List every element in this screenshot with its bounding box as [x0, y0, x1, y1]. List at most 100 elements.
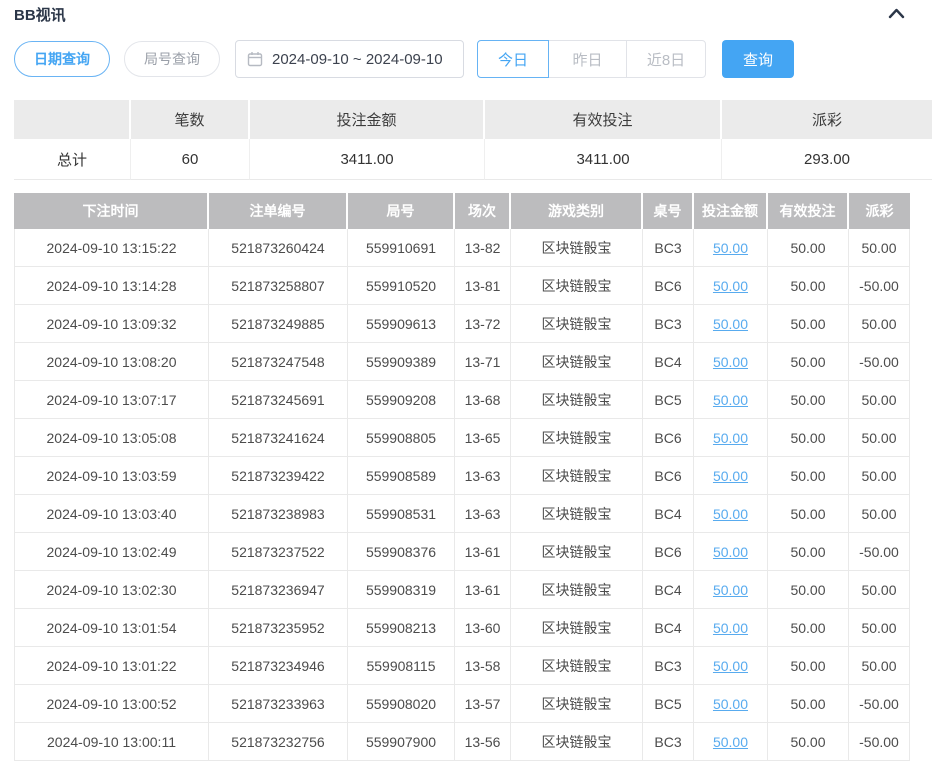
bet-amount-cell[interactable]: 50.00 [694, 305, 768, 343]
summary-head-row: 笔数投注金额有效投注派彩 [14, 100, 932, 139]
date-range-value: 2024-09-10 ~ 2024-09-10 [272, 51, 443, 68]
table-row: 2024-09-10 13:00:52521873233963559908020… [14, 685, 910, 723]
bet-amount-link[interactable]: 50.00 [713, 544, 748, 560]
table-cell: 2024-09-10 13:00:11 [14, 723, 209, 761]
bet-amount-link[interactable]: 50.00 [713, 734, 748, 750]
search-button[interactable]: 查询 [722, 40, 794, 78]
table-cell: BC3 [643, 229, 694, 267]
summary-table: 笔数投注金额有效投注派彩 总计603411.003411.00293.00 [14, 100, 932, 180]
bet-records-table: 下注时间注单编号局号场次游戏类别桌号投注金额有效投注派彩 2024-09-10 … [14, 193, 910, 761]
table-cell: -50.00 [849, 723, 910, 761]
bet-amount-link[interactable]: 50.00 [713, 354, 748, 370]
today-button[interactable]: 今日 [477, 40, 549, 78]
table-cell: 50.00 [768, 533, 849, 571]
table-cell: 区块链骰宝 [511, 571, 643, 609]
bet-amount-link[interactable]: 50.00 [713, 658, 748, 674]
table-cell: 2024-09-10 13:03:59 [14, 457, 209, 495]
table-cell: 13-71 [455, 343, 511, 381]
table-cell: 50.00 [768, 571, 849, 609]
bet-column-header: 游戏类别 [511, 193, 643, 229]
summary-column-header: 笔数 [131, 100, 250, 139]
table-cell: 50.00 [768, 609, 849, 647]
table-row: 2024-09-10 13:07:17521873245691559909208… [14, 381, 910, 419]
round-query-tab[interactable]: 局号查询 [124, 41, 220, 77]
table-cell: 13-57 [455, 685, 511, 723]
table-cell: 区块链骰宝 [511, 457, 643, 495]
table-cell: 50.00 [768, 495, 849, 533]
quick-range-group: 今日 昨日 近8日 [477, 40, 706, 78]
bet-amount-link[interactable]: 50.00 [713, 696, 748, 712]
table-cell: 521873232756 [209, 723, 348, 761]
table-cell: 559908805 [348, 419, 455, 457]
bet-amount-cell[interactable]: 50.00 [694, 609, 768, 647]
date-query-tab[interactable]: 日期查询 [14, 41, 110, 77]
table-cell: 13-60 [455, 609, 511, 647]
table-cell: 559908213 [348, 609, 455, 647]
bet-amount-link[interactable]: 50.00 [713, 620, 748, 636]
table-row: 2024-09-10 13:05:08521873241624559908805… [14, 419, 910, 457]
table-cell: BC3 [643, 647, 694, 685]
table-row: 2024-09-10 13:00:11521873232756559907900… [14, 723, 910, 761]
table-cell: 13-61 [455, 571, 511, 609]
table-cell: 521873237522 [209, 533, 348, 571]
bet-amount-link[interactable]: 50.00 [713, 316, 748, 332]
bet-amount-cell[interactable]: 50.00 [694, 533, 768, 571]
table-cell: 2024-09-10 13:14:28 [14, 267, 209, 305]
bet-amount-cell[interactable]: 50.00 [694, 229, 768, 267]
bet-amount-cell[interactable]: 50.00 [694, 685, 768, 723]
table-cell: BC4 [643, 495, 694, 533]
bet-amount-cell[interactable]: 50.00 [694, 267, 768, 305]
table-cell: BC6 [643, 533, 694, 571]
table-cell: 2024-09-10 13:02:30 [14, 571, 209, 609]
table-cell: 区块链骰宝 [511, 419, 643, 457]
table-cell: -50.00 [849, 533, 910, 571]
page-title: BB视讯 [14, 4, 66, 25]
yesterday-button[interactable]: 昨日 [548, 40, 627, 78]
table-cell: 2024-09-10 13:08:20 [14, 343, 209, 381]
table-cell: 50.00 [849, 229, 910, 267]
table-cell: 2024-09-10 13:09:32 [14, 305, 209, 343]
table-cell: 13-63 [455, 495, 511, 533]
bet-amount-cell[interactable]: 50.00 [694, 571, 768, 609]
table-cell: -50.00 [849, 267, 910, 305]
bet-amount-cell[interactable]: 50.00 [694, 343, 768, 381]
table-cell: 13-68 [455, 381, 511, 419]
bet-amount-link[interactable]: 50.00 [713, 240, 748, 256]
table-cell: 559908020 [348, 685, 455, 723]
table-cell: 521873245691 [209, 381, 348, 419]
table-cell: BC5 [643, 685, 694, 723]
table-cell: 50.00 [849, 419, 910, 457]
bet-column-header: 场次 [455, 193, 511, 229]
bet-amount-link[interactable]: 50.00 [713, 468, 748, 484]
table-cell: 559908376 [348, 533, 455, 571]
bet-amount-cell[interactable]: 50.00 [694, 495, 768, 533]
bet-amount-cell[interactable]: 50.00 [694, 647, 768, 685]
bet-amount-cell[interactable]: 50.00 [694, 457, 768, 495]
table-row: 2024-09-10 13:03:40521873238983559908531… [14, 495, 910, 533]
bet-amount-cell[interactable]: 50.00 [694, 381, 768, 419]
table-cell: 50.00 [768, 343, 849, 381]
bet-amount-link[interactable]: 50.00 [713, 430, 748, 446]
bet-amount-cell[interactable]: 50.00 [694, 419, 768, 457]
date-range-input[interactable]: 2024-09-10 ~ 2024-09-10 [235, 40, 464, 78]
bet-amount-link[interactable]: 50.00 [713, 506, 748, 522]
table-cell: BC6 [643, 457, 694, 495]
table-cell: 521873241624 [209, 419, 348, 457]
bet-amount-link[interactable]: 50.00 [713, 278, 748, 294]
collapse-section-button[interactable] [888, 7, 905, 22]
last-8-days-button[interactable]: 近8日 [626, 40, 706, 78]
table-cell: 559909208 [348, 381, 455, 419]
table-cell: 521873258807 [209, 267, 348, 305]
table-cell: 13-65 [455, 419, 511, 457]
table-cell: 559908531 [348, 495, 455, 533]
table-cell: 521873236947 [209, 571, 348, 609]
bet-amount-cell[interactable]: 50.00 [694, 723, 768, 761]
table-cell: 521873247548 [209, 343, 348, 381]
table-cell: 13-81 [455, 267, 511, 305]
bet-amount-link[interactable]: 50.00 [713, 392, 748, 408]
table-cell: BC3 [643, 723, 694, 761]
table-cell: 50.00 [849, 571, 910, 609]
bet-amount-link[interactable]: 50.00 [713, 582, 748, 598]
table-cell: BC5 [643, 381, 694, 419]
table-row: 2024-09-10 13:03:59521873239422559908589… [14, 457, 910, 495]
